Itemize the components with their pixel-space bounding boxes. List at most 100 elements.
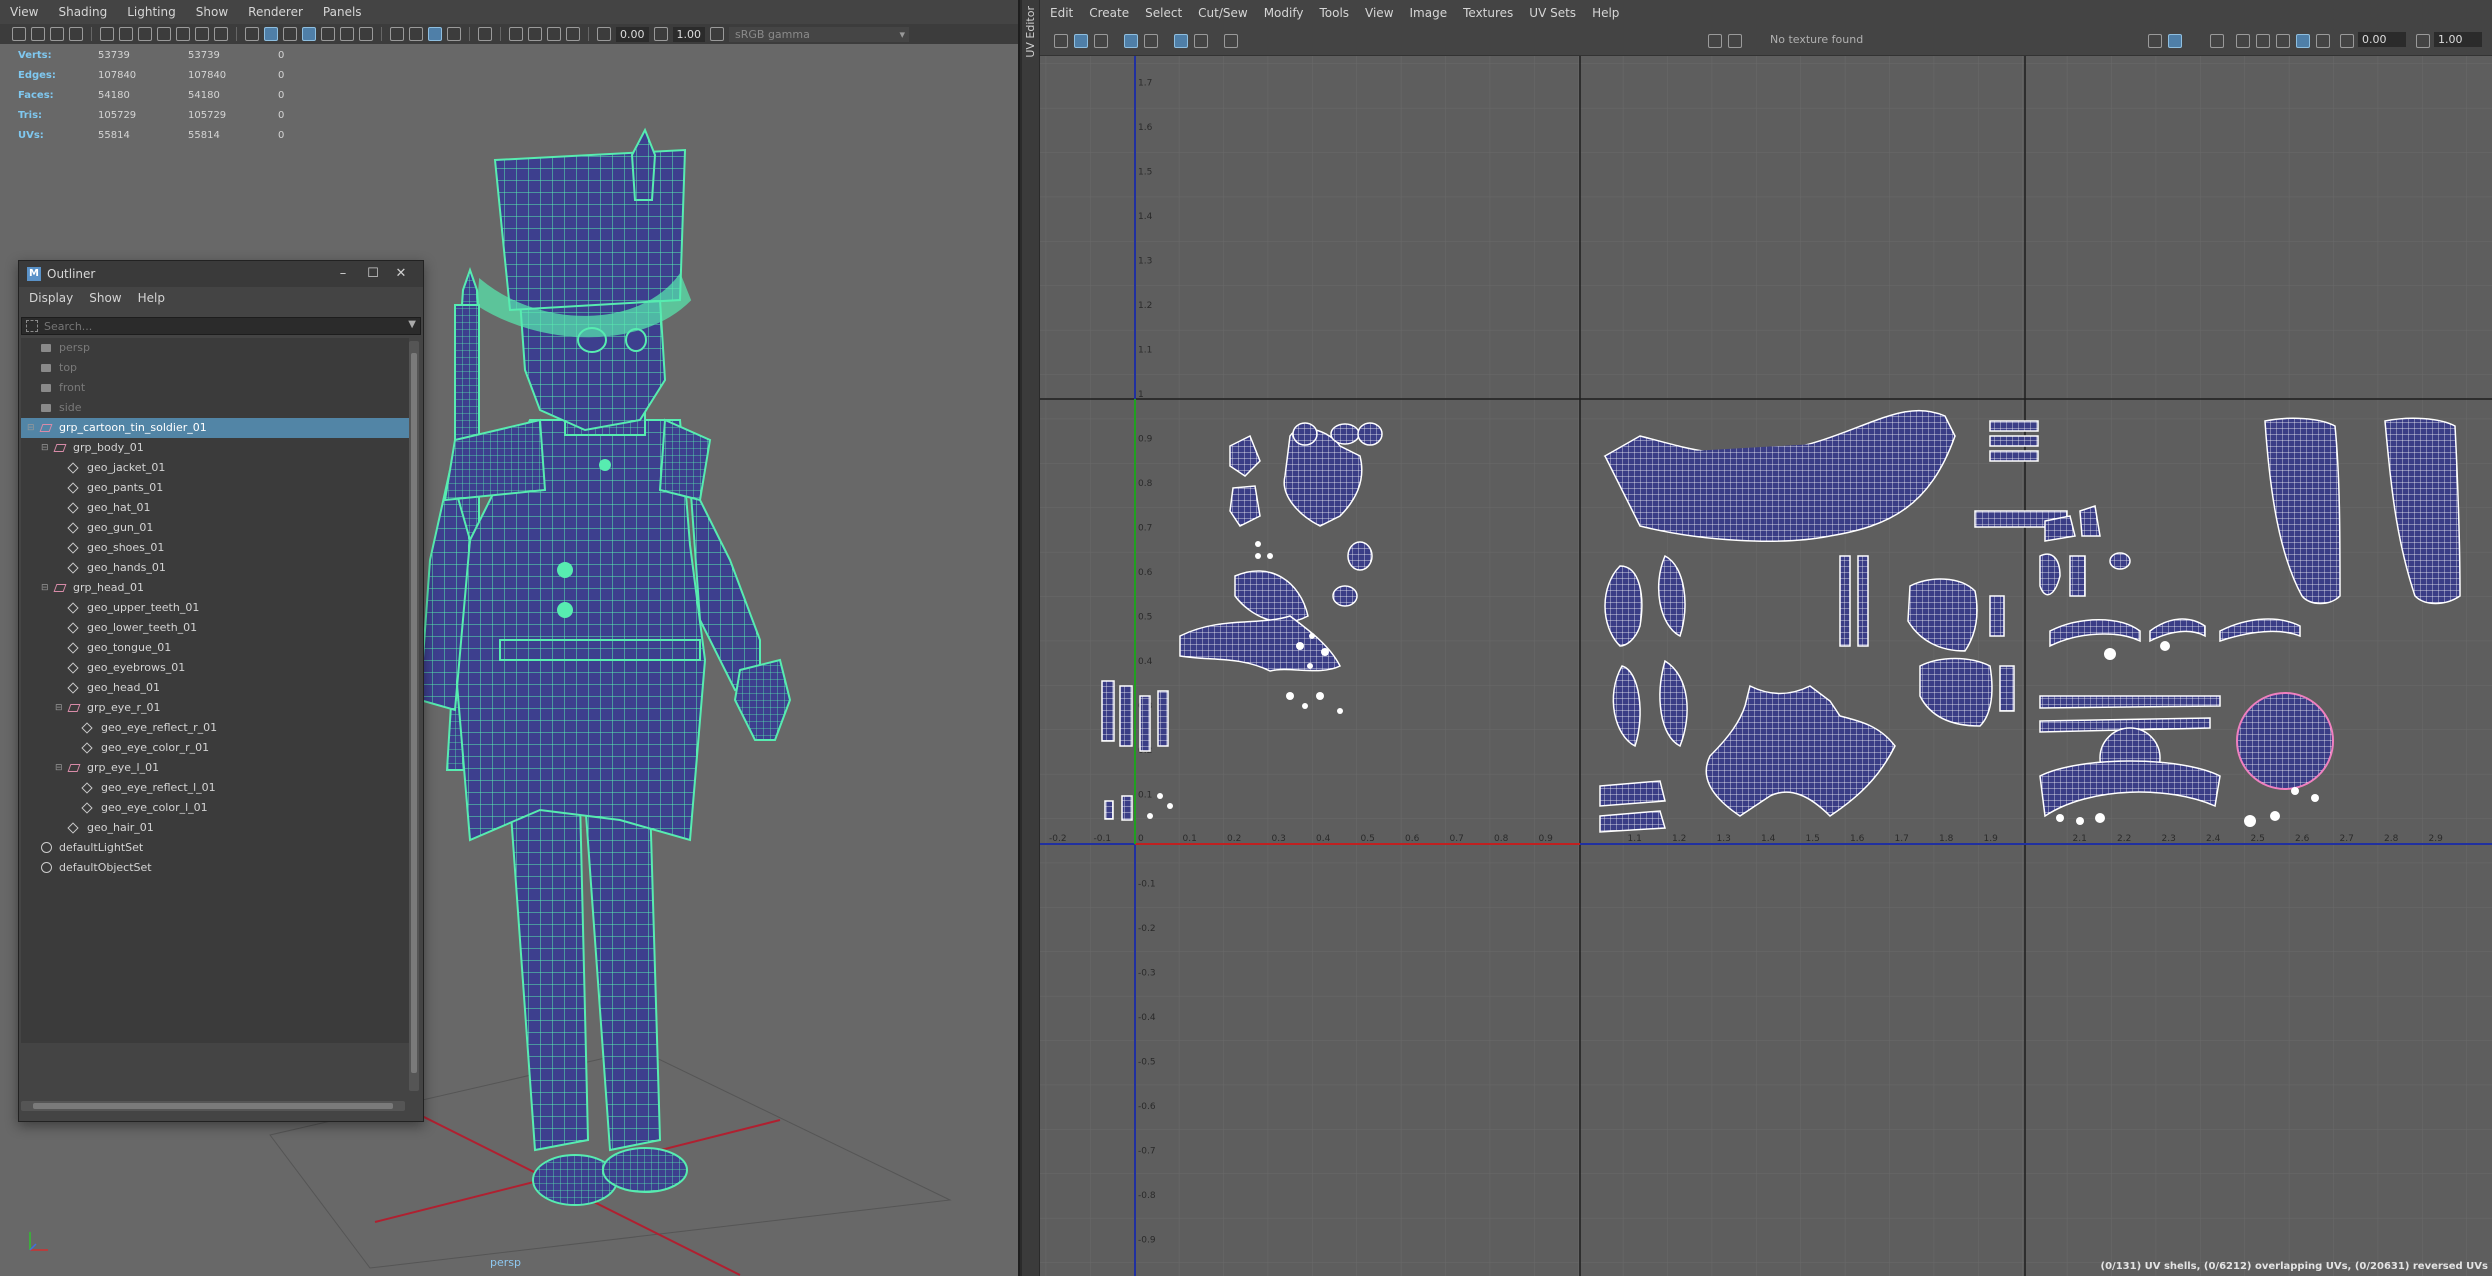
outliner-menu-display[interactable]: Display: [29, 291, 73, 305]
collapse-toggle-icon[interactable]: ⊟: [55, 758, 65, 778]
bookmark-icon[interactable]: [50, 27, 64, 41]
outliner-item[interactable]: persp: [21, 338, 409, 358]
safe-action-icon[interactable]: [195, 27, 209, 41]
uv-exposure-icon[interactable]: [2340, 34, 2354, 48]
collapse-toggle-icon[interactable]: ⊟: [27, 418, 37, 438]
uv-snap-icon[interactable]: [1144, 34, 1158, 48]
exposure-icon[interactable]: [597, 27, 611, 41]
gamma-field[interactable]: 1.00: [672, 26, 705, 42]
outliner-item[interactable]: ⊟ grp_cartoon_tin_soldier_01: [21, 418, 409, 438]
outliner-tree[interactable]: persp top front side ⊟ grp_cartoon_tin_soldie…: [21, 338, 409, 1043]
uv-edge-color-icon[interactable]: [2316, 34, 2330, 48]
outliner-item[interactable]: ⊟ grp_eye_r_01: [21, 698, 409, 718]
close-icon[interactable]: ✕: [393, 266, 409, 282]
panel-splitter[interactable]: UV Editor: [1022, 0, 1040, 1276]
outliner-item[interactable]: geo_hair_01: [21, 818, 409, 838]
uv-menu-help[interactable]: Help: [1592, 6, 1619, 20]
outliner-item[interactable]: ⊟ grp_head_01: [21, 578, 409, 598]
resolution-gate-icon[interactable]: [138, 27, 152, 41]
uv-filter-icon[interactable]: [1194, 34, 1208, 48]
uv-shell-border-icon[interactable]: [2296, 34, 2310, 48]
uv-lasso-icon[interactable]: [2276, 34, 2290, 48]
grid-toggle-icon[interactable]: [100, 27, 114, 41]
uv-distortion-icon[interactable]: [1094, 34, 1108, 48]
outliner-menu-show[interactable]: Show: [89, 291, 121, 305]
wireframe-on-shaded-icon[interactable]: [302, 27, 316, 41]
uv-pixel-snap-icon[interactable]: [2256, 34, 2270, 48]
outliner-item[interactable]: ⊟ grp_body_01: [21, 438, 409, 458]
image-plane-icon[interactable]: [69, 27, 83, 41]
gamma-icon[interactable]: [653, 27, 668, 41]
shadows-icon[interactable]: [390, 27, 404, 41]
outliner-item[interactable]: geo_head_01: [21, 678, 409, 698]
lights-icon[interactable]: [359, 27, 373, 41]
outliner-item[interactable]: geo_lower_teeth_01: [21, 618, 409, 638]
outliner-titlebar[interactable]: M Outliner – ☐ ✕: [19, 261, 423, 287]
uv-menu-create[interactable]: Create: [1089, 6, 1129, 20]
outliner-search-input[interactable]: [44, 319, 404, 333]
menu-shading[interactable]: Shading: [58, 5, 107, 19]
uv-gamma-field[interactable]: 1.00: [2434, 32, 2482, 47]
xray-active-icon[interactable]: [528, 27, 542, 41]
uv-shaded-icon[interactable]: [1074, 34, 1088, 48]
image-display-icon[interactable]: [1708, 34, 1722, 48]
color-space-dropdown[interactable]: sRGB gamma: [729, 26, 909, 42]
backface-icon[interactable]: [566, 27, 580, 41]
menu-panels[interactable]: Panels: [323, 5, 362, 19]
lock-camera-icon[interactable]: [31, 27, 45, 41]
uv-isolate-icon[interactable]: [2148, 34, 2162, 48]
outliner-item[interactable]: top: [21, 358, 409, 378]
select-camera-icon[interactable]: [12, 27, 26, 41]
safe-title-icon[interactable]: [214, 27, 228, 41]
anti-aliasing-icon[interactable]: [428, 27, 442, 41]
maximize-icon[interactable]: ☐: [365, 266, 381, 282]
uv-frame-icon[interactable]: [2236, 34, 2250, 48]
outliner-vertical-scrollbar[interactable]: [409, 341, 419, 1091]
outliner-item[interactable]: geo_upper_teeth_01: [21, 598, 409, 618]
outliner-item[interactable]: geo_eye_color_l_01: [21, 798, 409, 818]
outliner-item[interactable]: geo_hands_01: [21, 558, 409, 578]
uv-exposure-field[interactable]: 0.00: [2358, 32, 2406, 47]
uv-texture-tiling-icon[interactable]: [2168, 34, 2182, 48]
uv-menu-select[interactable]: Select: [1145, 6, 1182, 20]
camera-attribute-icon[interactable]: [547, 27, 561, 41]
outliner-item[interactable]: geo_pants_01: [21, 478, 409, 498]
outliner-item[interactable]: front: [21, 378, 409, 398]
outliner-item[interactable]: geo_shoes_01: [21, 538, 409, 558]
outliner-menu-help[interactable]: Help: [138, 291, 165, 305]
dim-image-slider[interactable]: [2210, 34, 2224, 48]
exposure-field[interactable]: 0.00: [616, 26, 649, 42]
search-options-arrow-icon[interactable]: ▼: [408, 319, 416, 330]
uv-menu-edit[interactable]: Edit: [1050, 6, 1073, 20]
outliner-item[interactable]: geo_eye_reflect_r_01: [21, 718, 409, 738]
default-material-icon[interactable]: [283, 27, 297, 41]
uv-grid-icon[interactable]: [1124, 34, 1138, 48]
uv-menu-textures[interactable]: Textures: [1463, 6, 1513, 20]
xray-icon[interactable]: [321, 27, 335, 41]
outliner-window[interactable]: M Outliner – ☐ ✕ Display Show Help ▼ per…: [18, 260, 424, 1122]
wireframe-icon[interactable]: [245, 27, 259, 41]
uv-checker-icon[interactable]: [1174, 34, 1188, 48]
menu-lighting[interactable]: Lighting: [127, 5, 176, 19]
xray-joints-icon[interactable]: [509, 27, 523, 41]
color-management-icon[interactable]: [710, 27, 724, 41]
uv-menu-modify[interactable]: Modify: [1264, 6, 1304, 20]
collapse-toggle-icon[interactable]: ⊟: [55, 698, 65, 718]
uv-gamma-icon[interactable]: [2416, 34, 2430, 48]
outliner-item[interactable]: ⊟ grp_eye_l_01: [21, 758, 409, 778]
ambient-occlusion-icon[interactable]: [409, 27, 423, 41]
uv-toolkit-icon[interactable]: [1054, 34, 1068, 48]
outliner-item[interactable]: defaultObjectSet: [21, 858, 409, 878]
menu-view[interactable]: View: [10, 5, 38, 19]
uv-snapshot-icon[interactable]: [1224, 34, 1238, 48]
checker-tiles-icon[interactable]: [1728, 34, 1742, 48]
field-chart-icon[interactable]: [176, 27, 190, 41]
outliner-horizontal-scrollbar[interactable]: [21, 1101, 405, 1111]
outliner-item[interactable]: geo_eye_color_r_01: [21, 738, 409, 758]
outliner-item[interactable]: geo_eye_reflect_l_01: [21, 778, 409, 798]
outliner-item[interactable]: geo_gun_01: [21, 518, 409, 538]
minimize-icon[interactable]: –: [335, 266, 351, 282]
filter-icon[interactable]: [26, 320, 38, 332]
uv-menu-view[interactable]: View: [1365, 6, 1393, 20]
uv-editor-panel[interactable]: Edit Create Select Cut/Sew Modify Tools …: [1040, 0, 2492, 1276]
